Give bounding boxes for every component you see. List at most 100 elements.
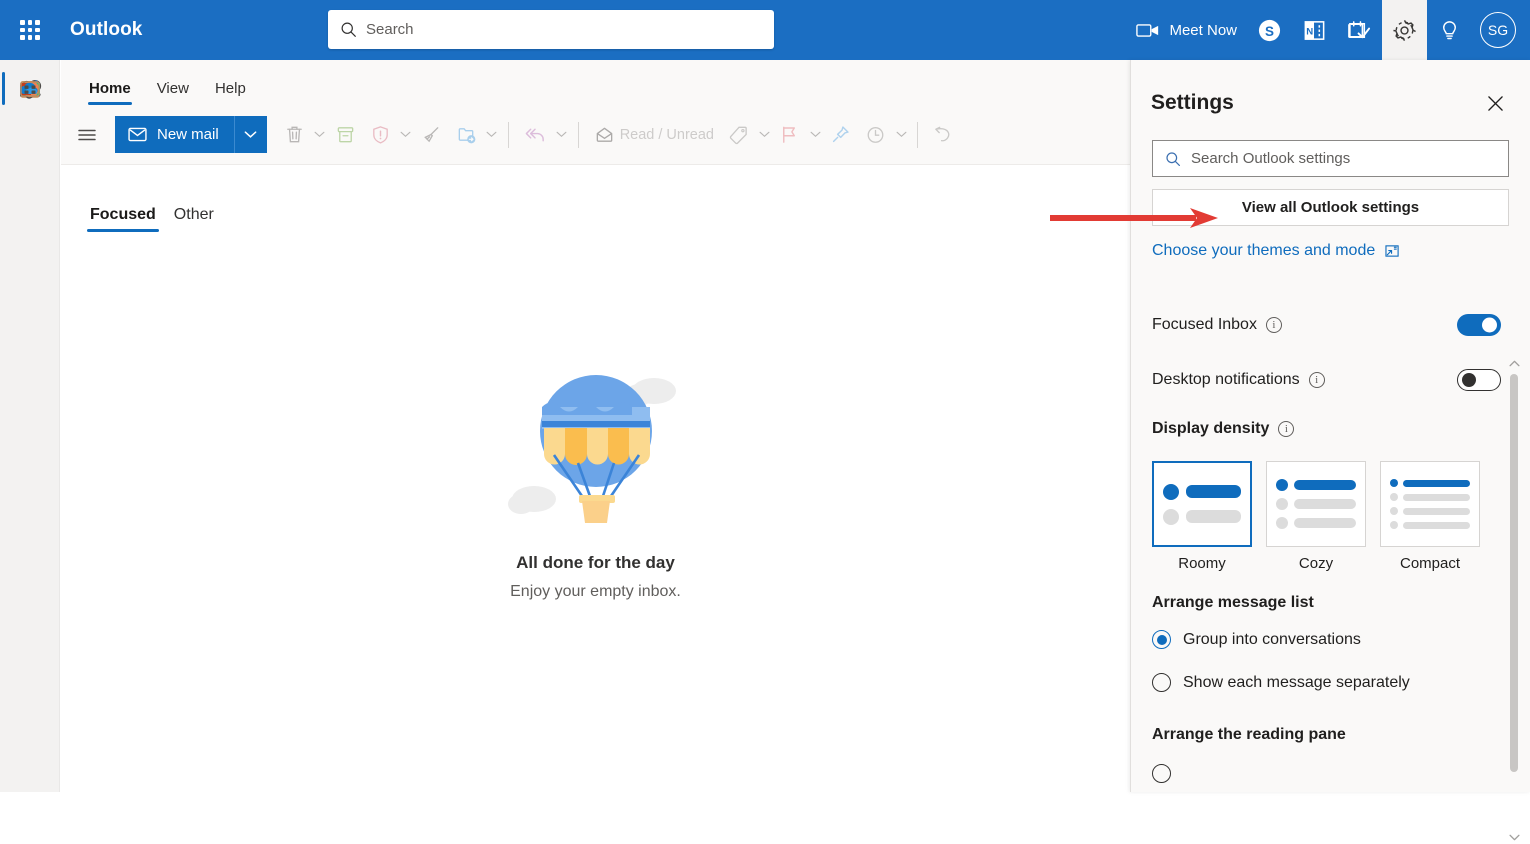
pin-button[interactable] (823, 117, 858, 153)
density-option-roomy-label: Roomy (1152, 555, 1252, 572)
scrollbar-thumb[interactable] (1510, 374, 1518, 772)
focused-inbox-row: Focused Inbox i (1131, 297, 1530, 352)
snooze-button[interactable] (858, 117, 893, 153)
report-junk-button[interactable] (363, 117, 398, 153)
close-settings-button[interactable] (1480, 88, 1510, 118)
toolbar-separator-3 (917, 122, 918, 148)
pivot-other[interactable]: Other (165, 206, 223, 232)
density-option-compact[interactable]: Compact (1380, 461, 1480, 572)
move-to-button[interactable] (449, 117, 484, 153)
sweep-button[interactable] (414, 117, 449, 153)
hamburger-menu-icon[interactable] (75, 127, 109, 143)
snooze-dropdown[interactable] (893, 131, 909, 138)
settings-search-input[interactable]: Search Outlook settings (1152, 140, 1509, 177)
rail-item-all-apps[interactable] (0, 60, 60, 117)
flag-icon (779, 124, 800, 145)
meet-now-label: Meet Now (1169, 22, 1237, 39)
tab-home[interactable]: Home (76, 80, 144, 105)
archive-button[interactable] (328, 117, 363, 153)
chevron-down-icon (244, 130, 257, 139)
density-option-roomy[interactable]: Roomy (1152, 461, 1252, 572)
scrollbar-track[interactable] (1510, 374, 1518, 826)
search-icon (340, 21, 357, 38)
categorize-dropdown[interactable] (756, 131, 772, 138)
tag-icon (728, 124, 749, 145)
info-icon[interactable]: i (1278, 421, 1294, 437)
radio-reading-pane-partial[interactable] (1131, 752, 1530, 792)
categorize-button[interactable] (721, 117, 756, 153)
command-toolbar: New mail (61, 105, 1130, 165)
settings-button[interactable] (1382, 0, 1427, 60)
settings-scrollbar[interactable] (1507, 356, 1521, 844)
desktop-notifications-label: Desktop notifications (1152, 371, 1300, 389)
help-button[interactable] (1427, 0, 1472, 60)
search-placeholder: Search (366, 21, 414, 38)
new-mail-dropdown[interactable] (234, 116, 267, 153)
report-dropdown[interactable] (398, 131, 414, 138)
info-icon[interactable]: i (1266, 317, 1282, 333)
empty-title: All done for the day (516, 553, 675, 573)
reply-all-dropdown[interactable] (554, 131, 570, 138)
to-do-button[interactable] (1337, 0, 1382, 60)
reply-all-button[interactable] (517, 117, 554, 153)
focused-inbox-toggle[interactable] (1457, 314, 1501, 336)
view-all-outlook-settings-button[interactable]: View all Outlook settings (1152, 189, 1509, 226)
move-to-dropdown[interactable] (484, 131, 500, 138)
clock-icon (865, 124, 886, 145)
radio-show-each-message[interactable]: Show each message separately (1131, 661, 1530, 704)
density-option-cozy-label: Cozy (1266, 555, 1366, 572)
undo-button[interactable] (926, 117, 961, 153)
new-mail-button[interactable]: New mail (115, 116, 267, 153)
settings-panel: Settings Search Outlook settings View al… (1130, 60, 1530, 792)
open-envelope-icon (594, 124, 615, 145)
scroll-up-arrow-icon[interactable] (1507, 356, 1521, 370)
density-option-compact-label: Compact (1380, 555, 1480, 572)
display-density-label-group: Display density i (1152, 420, 1294, 438)
hot-air-balloon-illustration (496, 351, 696, 531)
delete-dropdown[interactable] (312, 131, 328, 138)
reply-all-icon (524, 125, 547, 145)
radio-show-each-message-label: Show each message separately (1183, 674, 1410, 692)
lightbulb-help-icon (1437, 18, 1462, 43)
focused-inbox-label: Focused Inbox (1152, 316, 1257, 334)
radio-group-into-conversations[interactable]: Group into conversations (1131, 618, 1530, 661)
svg-text:N: N (1306, 26, 1313, 37)
all-apps-grid-icon (17, 76, 43, 102)
account-avatar[interactable]: SG (1480, 12, 1516, 48)
gear-icon (1392, 18, 1417, 43)
arrange-message-list-heading: Arrange message list (1131, 594, 1530, 612)
empty-subtitle: Enjoy your empty inbox. (510, 583, 681, 601)
scroll-down-arrow-icon[interactable] (1507, 830, 1521, 844)
toolbar-separator-2 (578, 122, 579, 148)
video-camera-icon (1136, 22, 1160, 39)
pin-icon (830, 124, 851, 145)
flag-dropdown[interactable] (807, 131, 823, 138)
skype-button[interactable]: S (1247, 0, 1292, 60)
settings-panel-header: Settings (1131, 60, 1530, 118)
radio-icon-selected (1152, 630, 1171, 649)
new-mail-envelope-icon (128, 127, 147, 142)
tab-view[interactable]: View (144, 80, 202, 105)
info-icon[interactable]: i (1309, 372, 1325, 388)
app-brand-title[interactable]: Outlook (70, 19, 142, 41)
onenote-icon: N (1302, 18, 1327, 43)
app-launcher-icon[interactable] (6, 6, 54, 54)
display-density-row: Display density i (1131, 407, 1530, 451)
meet-now-button[interactable]: Meet Now (1126, 0, 1247, 60)
new-mail-label: New mail (157, 126, 219, 143)
settings-scroll-region: Focused Inbox i Desktop notifications i … (1131, 297, 1530, 792)
choose-themes-link[interactable]: Choose your themes and mode (1152, 242, 1509, 260)
onenote-button[interactable]: N (1292, 0, 1337, 60)
archive-box-icon (335, 124, 356, 145)
flag-button[interactable] (772, 117, 807, 153)
undo-arrow-icon (933, 124, 954, 145)
desktop-notifications-toggle[interactable] (1457, 369, 1501, 391)
delete-button[interactable] (277, 117, 312, 153)
display-density-options: Roomy Cozy Compact (1131, 451, 1530, 572)
broom-icon (421, 124, 442, 145)
search-input[interactable]: Search (328, 10, 774, 49)
tab-help[interactable]: Help (202, 80, 259, 105)
read-unread-button[interactable]: Read / Unread (587, 117, 721, 153)
pivot-focused[interactable]: Focused (81, 206, 165, 232)
density-option-cozy[interactable]: Cozy (1266, 461, 1366, 572)
